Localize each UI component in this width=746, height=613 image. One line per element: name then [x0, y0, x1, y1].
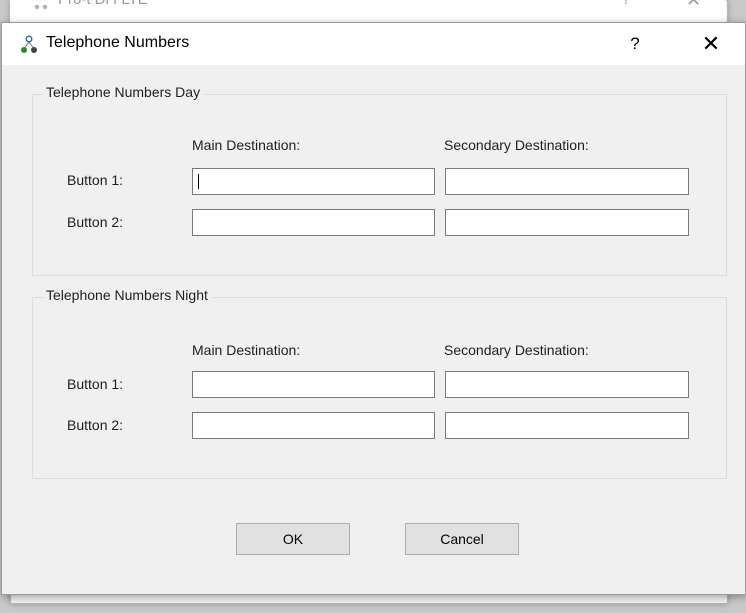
night-button-1-main-input[interactable]: [192, 371, 435, 398]
help-button[interactable]: ?: [612, 27, 658, 61]
text-caret: [198, 174, 199, 189]
night-button-2-secondary-input[interactable]: [445, 412, 689, 439]
close-button[interactable]: ✕: [688, 27, 734, 61]
day-button-1-secondary-input[interactable]: [445, 168, 689, 195]
ok-button[interactable]: OK: [236, 523, 350, 555]
day-main-destination-header: Main Destination:: [192, 137, 301, 153]
dialog-titlebar[interactable]: Telephone Numbers ? ✕: [2, 23, 745, 65]
night-secondary-destination-header: Secondary Destination:: [444, 342, 589, 358]
night-button-1-secondary-input[interactable]: [445, 371, 689, 398]
night-main-destination-header: Main Destination:: [192, 342, 301, 358]
app-nodes-icon: [34, 4, 48, 10]
day-button-2-main-input[interactable]: [192, 209, 435, 236]
cancel-button[interactable]: Cancel: [405, 523, 519, 555]
background-close-button[interactable]: ✕: [686, 0, 701, 11]
night-button-2-label: Button 2:: [67, 417, 124, 433]
night-button-2-main-input[interactable]: [192, 412, 435, 439]
telephone-numbers-night-group: Telephone Numbers Night Main Destination…: [32, 287, 727, 479]
day-button-1-main-input[interactable]: [192, 168, 435, 195]
telephone-numbers-day-group: Telephone Numbers Day Main Destination: …: [32, 84, 727, 276]
day-button-1-label: Button 1:: [67, 172, 124, 188]
day-button-2-secondary-input[interactable]: [445, 209, 689, 236]
day-group-legend: Telephone Numbers Day: [43, 84, 205, 100]
day-button-2-label: Button 2:: [67, 214, 124, 230]
night-group-legend: Telephone Numbers Night: [43, 287, 212, 303]
night-button-1-label: Button 1:: [67, 376, 124, 392]
dialog-title: Telephone Numbers: [46, 34, 190, 51]
telephone-numbers-dialog: Telephone Numbers ? ✕ Telephone Numbers …: [1, 22, 746, 595]
app-nodes-icon: [21, 35, 37, 53]
background-window-title: Pro-t Di I LTE: [58, 0, 148, 8]
background-help-button[interactable]: ?: [622, 0, 630, 8]
background-window-titlebar: Pro-t Di I LTE ? ✕: [10, 0, 726, 22]
day-secondary-destination-header: Secondary Destination:: [444, 137, 589, 153]
